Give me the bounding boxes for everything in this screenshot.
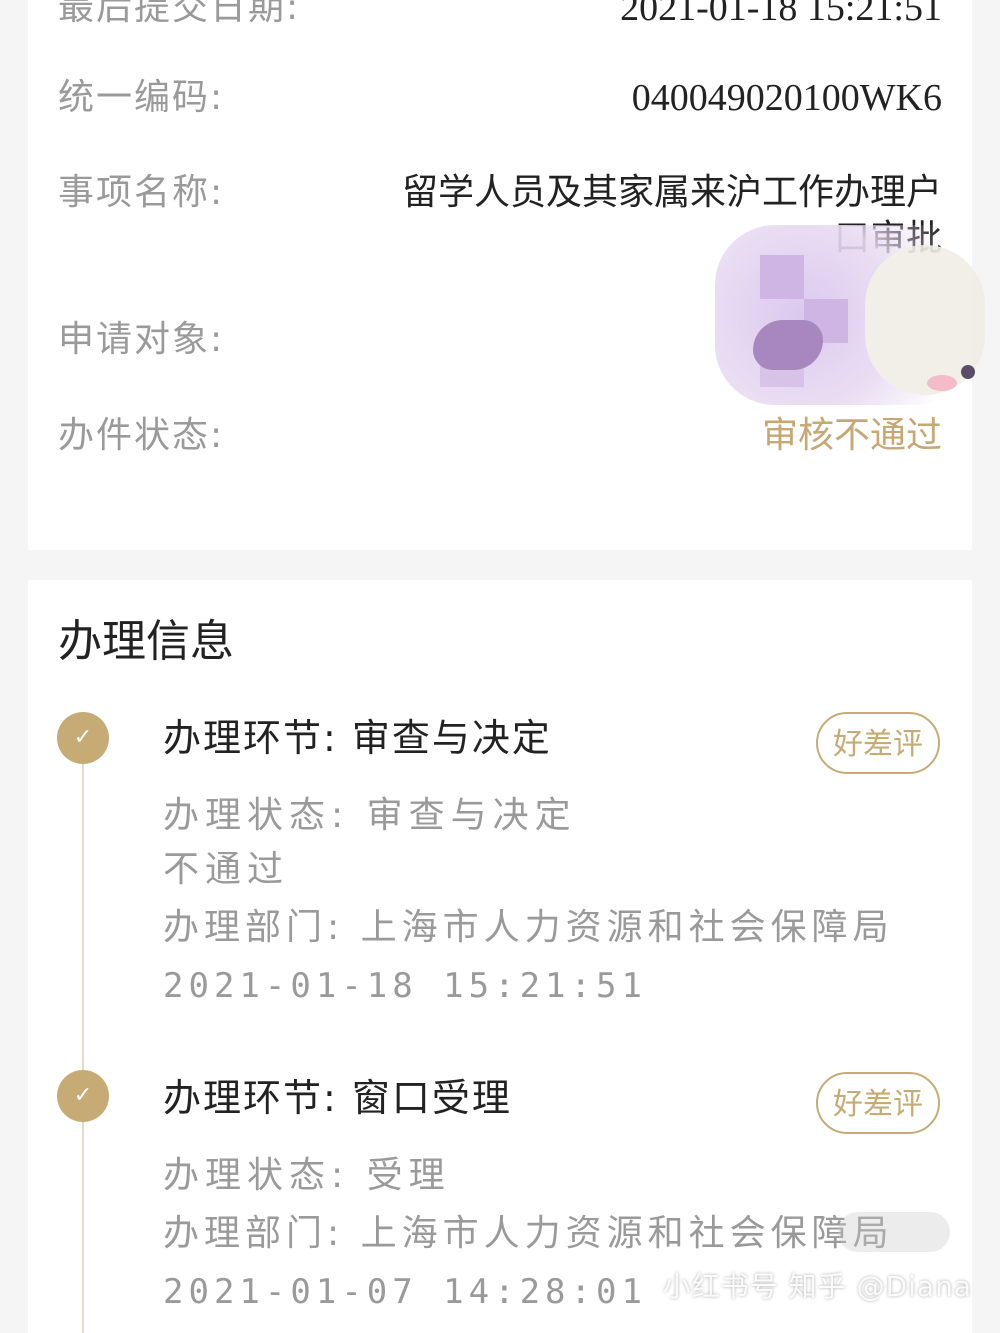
- step-status-result: 不通过: [163, 849, 290, 890]
- check-icon: ✓: [57, 1070, 109, 1122]
- submit-date-label: 最后提交日期:: [58, 0, 301, 28]
- unified-code-row: 统一编码: 040049020100WK6: [58, 68, 942, 128]
- check-icon: ✓: [57, 712, 109, 764]
- watermark-badge: [838, 1212, 950, 1252]
- step-title: 办理环节: 审查与决定: [163, 716, 552, 760]
- unified-code-value: 040049020100WK6: [631, 77, 942, 119]
- unified-code-label: 统一编码:: [58, 77, 225, 118]
- case-status-row: 办件状态: 审核不通过: [58, 406, 942, 466]
- applicant-label: 申请对象:: [58, 319, 225, 360]
- section-title: 办理信息: [58, 616, 234, 667]
- step-title: 办理环节: 窗口受理: [163, 1076, 512, 1120]
- step-department: 办理部门: 上海市人力资源和社会保障局: [163, 1213, 894, 1254]
- rate-button[interactable]: 好差评: [816, 1072, 940, 1134]
- submit-date-row: 最后提交日期: 2021-01-18 15:21:51: [58, 0, 942, 38]
- step-time: 2021-01-07 14:28:01: [163, 1272, 647, 1312]
- step-status: 办理状态: 审查与决定: [163, 795, 577, 836]
- step-time: 2021-01-18 15:21:51: [163, 966, 647, 1006]
- bow-icon: [753, 320, 823, 370]
- step-status: 办理状态: 受理: [163, 1155, 451, 1196]
- watermark-text: 小红书号 知乎 @Diana: [662, 1270, 972, 1303]
- eye-icon: [961, 365, 975, 379]
- decorative-sticker: [715, 225, 1000, 405]
- rate-button[interactable]: 好差评: [816, 712, 940, 774]
- case-status-label: 办件状态:: [58, 415, 225, 456]
- case-status-value: 审核不通过: [761, 415, 942, 456]
- step-department: 办理部门: 上海市人力资源和社会保障局: [163, 907, 894, 948]
- submit-date-value: 2021-01-18 15:21:51: [620, 0, 942, 29]
- item-name-label: 事项名称:: [58, 172, 225, 213]
- timeline-line: [82, 748, 84, 1333]
- processing-info-card: 办理信息 ✓ 办理环节: 审查与决定 好差评 办理状态: 审查与决定 不通过 办…: [28, 580, 972, 1333]
